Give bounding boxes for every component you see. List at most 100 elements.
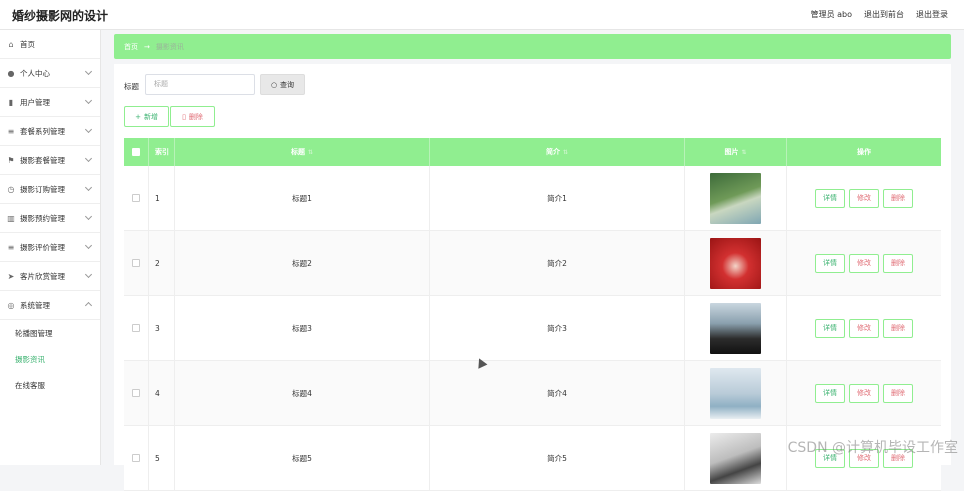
- sidebar-item-personal-center[interactable]: ● 个人中心: [0, 59, 100, 88]
- exit-to-front-link[interactable]: 退出到前台: [864, 9, 904, 20]
- home-icon: ⌂: [6, 39, 16, 49]
- edit-button[interactable]: 修改: [849, 319, 879, 338]
- sidebar-item-label: 系统管理: [20, 300, 50, 311]
- sidebar-item-label: 个人中心: [20, 68, 50, 79]
- chevron-down-icon: [85, 126, 92, 133]
- column-header-title[interactable]: 标题⇅: [175, 138, 430, 166]
- row-checkbox[interactable]: [132, 194, 140, 202]
- row-checkbox[interactable]: [132, 259, 140, 267]
- intro-cell: 简介5: [430, 426, 685, 490]
- column-header-index: 索引: [149, 138, 175, 166]
- row-checkbox[interactable]: [132, 454, 140, 462]
- search-icon: ○: [271, 81, 277, 89]
- detail-button[interactable]: 详情: [815, 319, 845, 338]
- sidebar-subitem-carousel[interactable]: 轮播图管理: [0, 320, 100, 346]
- menu-icon: ≡: [6, 242, 16, 252]
- index-cell: 3: [149, 296, 175, 360]
- sidebar-item-label: 摄影评价管理: [20, 242, 65, 253]
- intro-cell: 简介2: [430, 231, 685, 295]
- sidebar-item-photo-booking[interactable]: ▥ 摄影预约管理: [0, 204, 100, 233]
- intro-cell: 简介4: [430, 361, 685, 425]
- sidebar-subitem-online-service[interactable]: 在线客服: [0, 372, 100, 398]
- sidebar-item-photo-order[interactable]: ◷ 摄影订购管理: [0, 175, 100, 204]
- main-content: 标题 标题 ○ 查询 + 新增 ▯ 删除 索引 标题⇅ 简介⇅ 图片⇅ 操作 1…: [114, 64, 951, 465]
- sidebar-item-label: 摄影套餐管理: [20, 155, 65, 166]
- wedding-photo[interactable]: [710, 303, 761, 354]
- sidebar-item-package-series[interactable]: ≡ 套餐系列管理: [0, 117, 100, 146]
- delete-button[interactable]: ▯ 删除: [170, 106, 215, 127]
- row-delete-button[interactable]: 删除: [883, 254, 913, 273]
- row-select-cell: [124, 166, 149, 230]
- chevron-down-icon: [85, 242, 92, 249]
- sidebar: ⌂ 首页 ● 个人中心 ▮ 用户管理 ≡ 套餐系列管理 ⚑ 摄影套餐管理 ◷ 摄…: [0, 30, 101, 465]
- sidebar-item-gallery[interactable]: ➤ 客片欣赏管理: [0, 262, 100, 291]
- wedding-photo[interactable]: [710, 173, 761, 224]
- search-input[interactable]: 标题: [145, 74, 255, 95]
- sidebar-item-label: 摄影预约管理: [20, 213, 65, 224]
- detail-button[interactable]: 详情: [815, 189, 845, 208]
- search-button-label: 查询: [280, 80, 294, 90]
- row-select-cell: [124, 231, 149, 295]
- flag-icon: ⚑: [6, 155, 16, 165]
- plus-icon: +: [135, 113, 141, 121]
- chevron-down-icon: [85, 68, 92, 75]
- select-all-checkbox[interactable]: [132, 148, 140, 156]
- wedding-photo[interactable]: [710, 238, 761, 289]
- search-label: 标题: [124, 81, 139, 92]
- edit-button[interactable]: 修改: [849, 189, 879, 208]
- app-title: 婚纱摄影网的设计: [12, 7, 108, 24]
- row-checkbox[interactable]: [132, 324, 140, 332]
- sidebar-subitem-photo-news[interactable]: 摄影资讯: [0, 346, 100, 372]
- send-icon: ➤: [6, 271, 16, 281]
- arrow-right-icon: →: [144, 43, 150, 51]
- logout-link[interactable]: 退出登录: [916, 9, 948, 20]
- column-header-label: 简介: [546, 147, 560, 157]
- search-button[interactable]: ○ 查询: [260, 74, 305, 95]
- index-cell: 1: [149, 166, 175, 230]
- wedding-photo[interactable]: [710, 368, 761, 419]
- sidebar-item-label: 摄影订购管理: [20, 184, 65, 195]
- title-cell: 标题3: [175, 296, 430, 360]
- sidebar-item-photo-package[interactable]: ⚑ 摄影套餐管理: [0, 146, 100, 175]
- trash-icon: ▯: [182, 113, 186, 121]
- wedding-photo[interactable]: [710, 433, 761, 484]
- detail-button[interactable]: 详情: [815, 384, 845, 403]
- row-checkbox[interactable]: [132, 389, 140, 397]
- image-cell: [685, 426, 787, 490]
- row-delete-button[interactable]: 删除: [883, 319, 913, 338]
- sidebar-item-label: 首页: [20, 39, 35, 50]
- row-delete-button[interactable]: 删除: [883, 384, 913, 403]
- image-cell: [685, 231, 787, 295]
- sidebar-item-photo-review[interactable]: ≡ 摄影评价管理: [0, 233, 100, 262]
- row-select-cell: [124, 361, 149, 425]
- sort-icon: ⇅: [741, 149, 746, 156]
- sidebar-item-system[interactable]: ◎ 系统管理: [0, 291, 100, 320]
- breadcrumb-home[interactable]: 首页: [124, 42, 138, 52]
- edit-button[interactable]: 修改: [849, 384, 879, 403]
- add-button[interactable]: + 新增: [124, 106, 169, 127]
- sidebar-item-home[interactable]: ⌂ 首页: [0, 30, 100, 59]
- actions-cell: 详情 修改 删除: [787, 361, 941, 425]
- detail-button[interactable]: 详情: [815, 254, 845, 273]
- add-button-label: 新增: [144, 112, 158, 122]
- chart-icon: ▮: [6, 97, 16, 107]
- watermark: CSDN @计算机毕设工作室: [788, 437, 958, 457]
- index-cell: 4: [149, 361, 175, 425]
- title-cell: 标题5: [175, 426, 430, 490]
- admin-user-link[interactable]: 管理员 abo: [811, 9, 852, 20]
- row-delete-button[interactable]: 删除: [883, 189, 913, 208]
- column-header-intro[interactable]: 简介⇅: [430, 138, 685, 166]
- sort-icon: ⇅: [563, 149, 568, 156]
- sidebar-item-label: 用户管理: [20, 97, 50, 108]
- column-header-image[interactable]: 图片⇅: [685, 138, 787, 166]
- top-bar: 婚纱摄影网的设计 管理员 abo 退出到前台 退出登录: [0, 0, 964, 30]
- image-cell: [685, 166, 787, 230]
- table-row: 3 标题3 简介3 详情 修改 删除: [124, 296, 941, 361]
- sidebar-item-user-management[interactable]: ▮ 用户管理: [0, 88, 100, 117]
- actions-cell: 详情 修改 删除: [787, 166, 941, 230]
- breadcrumb: 首页 → 摄影资讯: [114, 34, 951, 59]
- chevron-down-icon: [85, 271, 92, 278]
- index-cell: 2: [149, 231, 175, 295]
- sidebar-item-label: 客片欣赏管理: [20, 271, 65, 282]
- edit-button[interactable]: 修改: [849, 254, 879, 273]
